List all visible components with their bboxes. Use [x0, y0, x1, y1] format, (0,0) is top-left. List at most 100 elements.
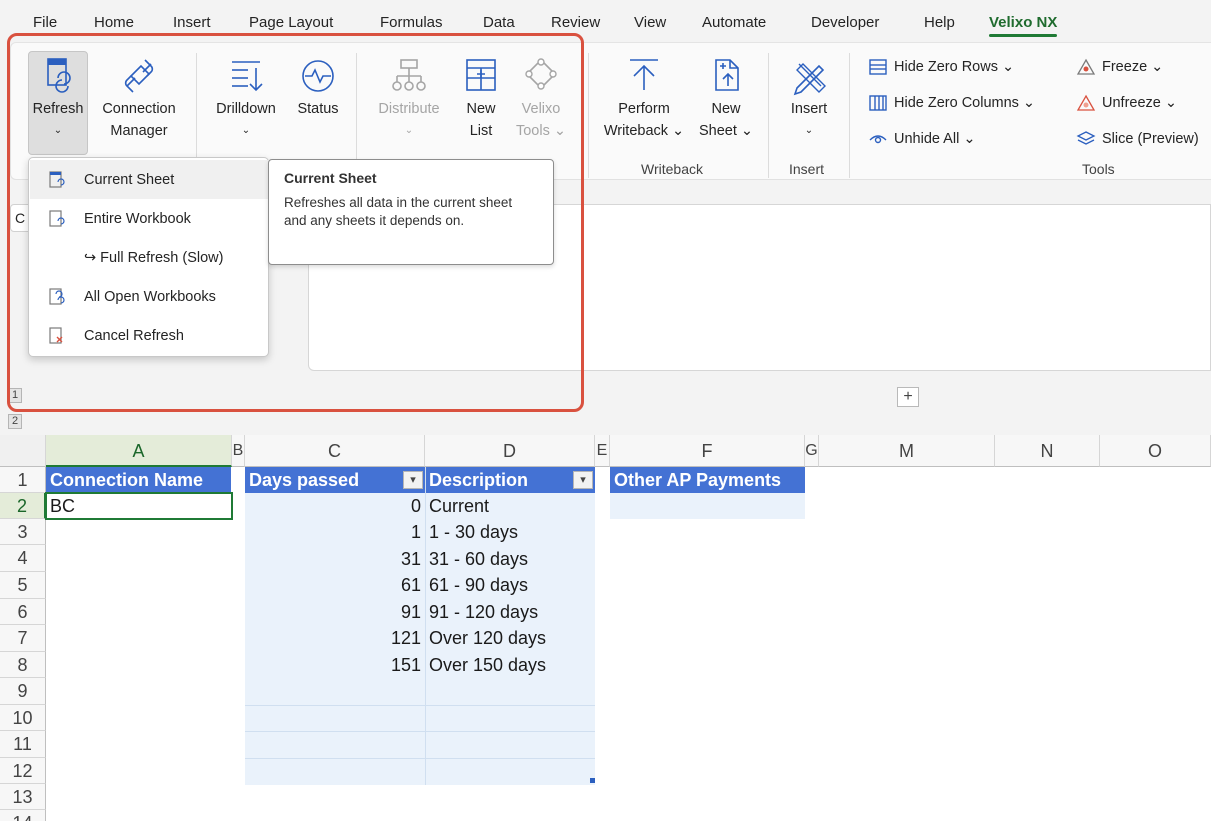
table-header-connection-name[interactable]: Connection Name: [46, 467, 231, 493]
hide-zero-rows-button[interactable]: Hide Zero Rows ⌄: [868, 58, 1014, 76]
row-header-7[interactable]: 7: [0, 625, 46, 652]
table-cell[interactable]: 121: [245, 625, 425, 651]
expand-group-button[interactable]: +: [897, 387, 919, 407]
column-header-m[interactable]: M: [819, 435, 995, 467]
menu-item-current-sheet[interactable]: Current Sheet: [30, 160, 269, 199]
column-header-b[interactable]: B: [232, 435, 245, 467]
column-header-c[interactable]: C: [245, 435, 425, 467]
row-header-6[interactable]: 6: [0, 599, 46, 625]
column-header-o[interactable]: O: [1100, 435, 1211, 467]
row-header-8[interactable]: 8: [0, 652, 46, 678]
drilldown-label: Drilldown: [216, 101, 276, 117]
ribbon-separator: [849, 53, 850, 178]
ribbon-separator: [588, 53, 589, 178]
column-header-e[interactable]: E: [595, 435, 610, 467]
row-header-13[interactable]: 13: [0, 784, 46, 810]
row-header-2[interactable]: 2: [0, 493, 46, 519]
tab-data[interactable]: Data: [483, 14, 515, 31]
table-cell[interactable]: 61: [245, 572, 425, 598]
row-header-1[interactable]: 1: [0, 467, 46, 493]
distribute-label: Distribute: [378, 101, 440, 117]
unhide-all-button[interactable]: Unhide All ⌄: [868, 130, 975, 148]
row-header-12[interactable]: 12: [0, 758, 46, 784]
outline-level-2-button[interactable]: 2: [8, 414, 22, 429]
refresh-button[interactable]: Refresh ⌄: [28, 56, 88, 142]
worksheet-grid[interactable]: A B C D E F G M N O 1 2 3 4 5 6 7 8 9 10…: [0, 435, 1211, 821]
menu-item-all-open-workbooks[interactable]: All Open Workbooks: [30, 277, 269, 316]
new-sheet-label-1: New: [711, 101, 741, 117]
group-label-writeback: Writeback: [641, 161, 703, 177]
menu-bar: File Home Insert Page Layout Formulas Da…: [0, 0, 1211, 40]
unfreeze-button[interactable]: Unfreeze ⌄: [1076, 94, 1177, 112]
filter-dropdown-icon[interactable]: ▾: [403, 471, 423, 489]
tab-page-layout[interactable]: Page Layout: [249, 14, 333, 31]
filter-dropdown-icon[interactable]: ▾: [573, 471, 593, 489]
table-cell[interactable]: 31: [245, 546, 425, 572]
table-resize-handle[interactable]: [590, 778, 595, 783]
table-cell[interactable]: 31 - 60 days: [425, 546, 595, 572]
connection-manager-button[interactable]: Connection Manager: [93, 56, 185, 142]
new-list-button[interactable]: New List: [456, 56, 506, 142]
tab-file[interactable]: File: [33, 14, 57, 31]
drilldown-button[interactable]: Drilldown ⌄: [206, 56, 286, 142]
perform-writeback-button[interactable]: Perform Writeback ⌄: [596, 56, 692, 142]
column-header-g[interactable]: G: [805, 435, 819, 467]
table-cell[interactable]: 1 - 30 days: [425, 519, 595, 545]
menu-item-entire-workbook[interactable]: Entire Workbook: [30, 199, 269, 238]
table-header-days-passed[interactable]: Days passed: [245, 467, 425, 493]
table-header-other-ap-payments[interactable]: Other AP Payments: [610, 467, 805, 493]
tab-formulas[interactable]: Formulas: [380, 14, 443, 31]
table-cell[interactable]: 91: [245, 599, 425, 625]
row-header-14[interactable]: 14: [0, 810, 46, 821]
table-cell[interactable]: 61 - 90 days: [425, 572, 595, 598]
tab-review[interactable]: Review: [551, 14, 600, 31]
insert-button[interactable]: Insert ⌄: [780, 56, 838, 142]
table-cell[interactable]: 91 - 120 days: [425, 599, 595, 625]
table-cell[interactable]: 0: [245, 493, 425, 519]
row-header-10[interactable]: 10: [0, 705, 46, 731]
eye-icon: [869, 135, 887, 144]
status-button[interactable]: Status: [290, 56, 346, 120]
column-header-n[interactable]: N: [995, 435, 1100, 467]
tab-help[interactable]: Help: [924, 14, 955, 31]
table-cell[interactable]: 1: [245, 519, 425, 545]
outline-level-1-button[interactable]: 1: [8, 388, 22, 403]
menu-item-full-refresh[interactable]: ↪ Full Refresh (Slow): [30, 238, 269, 277]
row-header-9[interactable]: 9: [0, 678, 46, 705]
new-sheet-button[interactable]: New Sheet ⌄: [694, 56, 758, 142]
tab-velixo-nx[interactable]: Velixo NX: [989, 14, 1058, 37]
table-row-divider: [245, 731, 595, 732]
tab-view[interactable]: View: [634, 14, 666, 31]
column-header-a[interactable]: A: [46, 435, 232, 467]
menu-item-cancel-refresh[interactable]: Cancel Refresh: [30, 316, 269, 355]
distribute-button[interactable]: Distribute ⌄: [366, 56, 452, 142]
tooltip-title: Current Sheet: [284, 170, 377, 186]
table-cell[interactable]: Over 150 days: [425, 652, 595, 678]
chevron-down-icon: ⌄: [404, 125, 414, 136]
freeze-label: Freeze ⌄: [1102, 59, 1164, 75]
row-header-3[interactable]: 3: [0, 519, 46, 545]
tooltip: Current Sheet Refreshes all data in the …: [268, 159, 554, 265]
tab-insert[interactable]: Insert: [173, 14, 211, 31]
slice-button[interactable]: Slice (Preview): [1076, 130, 1199, 148]
row-header-4[interactable]: 4: [0, 545, 46, 572]
unfreeze-icon: [1076, 94, 1096, 111]
table-cell[interactable]: Current: [425, 493, 595, 519]
row-header-5[interactable]: 5: [0, 572, 46, 599]
tab-automate[interactable]: Automate: [702, 14, 766, 31]
velixo-tools-button[interactable]: Velixo Tools ⌄: [510, 56, 572, 142]
tab-developer[interactable]: Developer: [811, 14, 879, 31]
table-cell[interactable]: 151: [245, 652, 425, 678]
table-header-description[interactable]: Description: [425, 467, 595, 493]
table-cell[interactable]: Over 120 days: [425, 625, 595, 651]
column-header-f[interactable]: F: [610, 435, 805, 467]
freeze-button[interactable]: Freeze ⌄: [1076, 58, 1163, 76]
menu-item-label: Entire Workbook: [84, 210, 191, 227]
tooltip-body: Refreshes all data in the current sheet …: [284, 195, 513, 228]
tab-home[interactable]: Home: [94, 14, 134, 31]
select-all-corner[interactable]: [0, 435, 46, 467]
insert-label: Insert: [790, 101, 828, 117]
column-header-d[interactable]: D: [425, 435, 595, 467]
hide-zero-columns-button[interactable]: Hide Zero Columns ⌄: [868, 94, 1035, 112]
row-header-11[interactable]: 11: [0, 731, 46, 758]
